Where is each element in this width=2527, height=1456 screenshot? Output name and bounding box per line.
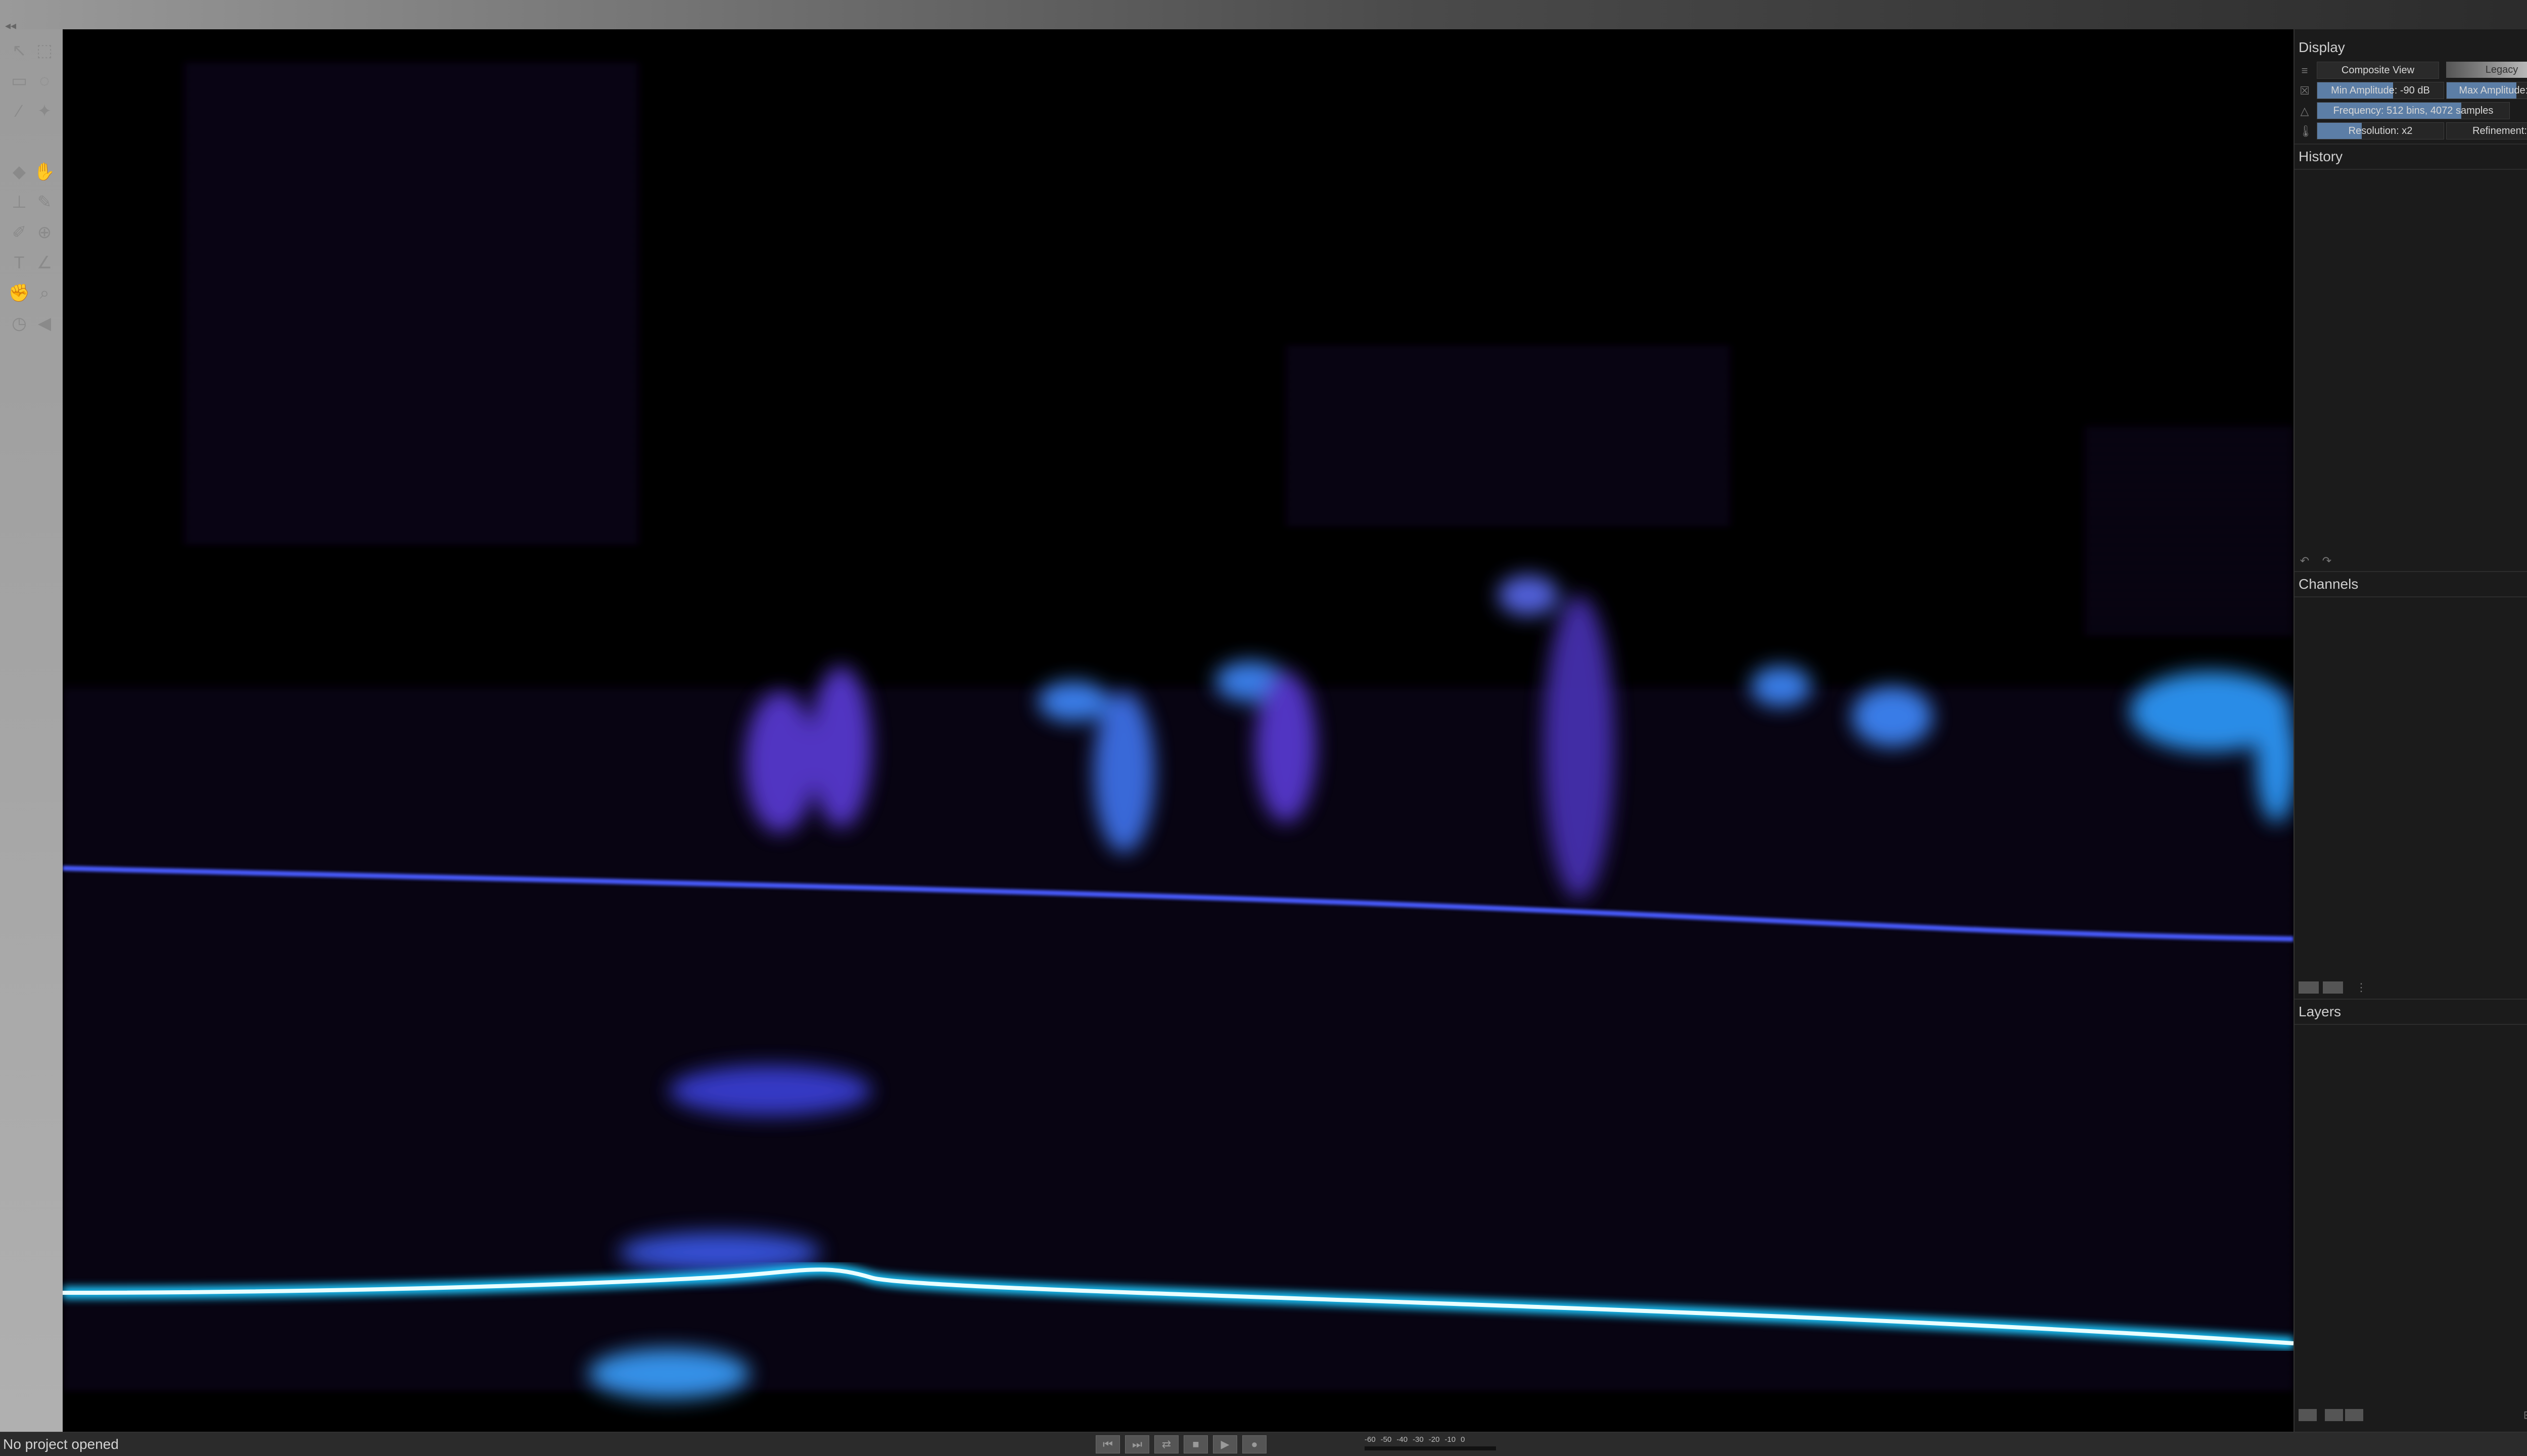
max-amplitude-slider[interactable]: Max Amplitude: -18 dB (2446, 82, 2527, 99)
select-tool-icon[interactable]: ⬚ (33, 39, 56, 62)
meter-tick: 0 (1461, 1435, 1465, 1444)
refinement-slider[interactable]: Refinement: 0 % (2446, 122, 2527, 139)
clone-tool-icon[interactable]: ⊕ (33, 221, 56, 244)
meter-tick: -60 (1365, 1435, 1376, 1444)
meter-tick: -30 (1413, 1435, 1424, 1444)
checkbox-icon[interactable]: ☒ (2299, 85, 2311, 97)
title-bar: ◂◂ ▸▸ (0, 0, 2527, 32)
transport-controls: ⏮ ⏭ ⇄ ■ ▶ ● (1096, 1435, 1267, 1453)
meter-tick: -50 (1380, 1435, 1392, 1444)
box-select-tool-icon[interactable]: ▭ (8, 70, 30, 92)
status-bar: No project opened ⏮ ⏭ ⇄ ■ ▶ ● -60 -50 -4… (0, 1432, 2527, 1456)
stop-button[interactable]: ■ (1184, 1435, 1208, 1453)
skip-forward-button[interactable]: ⏭ (1125, 1435, 1149, 1453)
skip-back-button[interactable]: ⏮ (1096, 1435, 1120, 1453)
display-panel-title: Display (2299, 39, 2345, 55)
thermometer-icon: 🌡 (2299, 125, 2313, 137)
resolution-slider[interactable]: Resolution: x2 (2317, 122, 2444, 139)
fft-size-label: Frequency: 512 bins, 4072 samples (2333, 105, 2494, 116)
composite-view-button[interactable]: Composite View (2317, 62, 2439, 79)
meter-bar (1365, 1446, 1496, 1450)
layer-button-icon[interactable] (2299, 1409, 2317, 1421)
loop-button[interactable]: ⇄ (1154, 1435, 1179, 1453)
right-panel: Display ≡ Composite View Legacy ⌄ ☒ Min … (2294, 29, 2527, 1432)
undo-icon[interactable]: ↶ (2299, 555, 2311, 567)
colormap-select[interactable]: Legacy (2446, 62, 2527, 78)
stamp-tool-icon[interactable]: ⊥ (8, 191, 30, 213)
layer-button-icon[interactable] (2325, 1409, 2343, 1421)
tool-palette: ↖ ⬚ ▭ ◌ ∕ ✦ ◆ ✋ ⊥ ✎ ✐ ⊕ T ∠ ✊ ⌕ ◷ ◀ (0, 29, 63, 1432)
max-amplitude-label: Max Amplitude: -18 dB (2459, 85, 2527, 96)
link-icon[interactable]: ⋮ (2355, 981, 2367, 994)
refinement-label: Refinement: 0 % (2472, 125, 2527, 136)
history-panel-title: History (2299, 149, 2343, 164)
speaker-tool-icon[interactable]: ◀ (33, 312, 56, 335)
layer-button-icon[interactable] (2345, 1409, 2363, 1421)
dropper-tool-icon[interactable]: ∠ (33, 252, 56, 274)
resolution-label: Resolution: x2 (2348, 125, 2413, 136)
channel-toggle-icon[interactable] (2299, 981, 2319, 994)
text-tool-icon[interactable]: T (8, 252, 30, 274)
composite-icon: ≡ (2301, 64, 2308, 77)
warning-icon: △ (2300, 105, 2309, 117)
spectrogram-canvas[interactable] (63, 29, 2294, 1432)
fft-size-slider[interactable]: Frequency: 512 bins, 4072 samples (2317, 102, 2510, 119)
play-button[interactable]: ▶ (1213, 1435, 1237, 1453)
eraser-tool-icon[interactable]: ◆ (8, 161, 30, 183)
redo-icon[interactable]: ↷ (2321, 555, 2333, 567)
pointer-tool-icon[interactable]: ↖ (8, 39, 30, 62)
zoom-tool-icon[interactable]: ⌕ (33, 282, 56, 304)
time-tool-icon[interactable]: ◷ (8, 312, 30, 335)
meter-tick: -40 (1396, 1435, 1408, 1444)
wand-tool-icon[interactable]: ✦ (33, 100, 56, 122)
min-amplitude-slider[interactable]: Min Amplitude: -90 dB (2317, 82, 2444, 99)
brush-tool-icon[interactable]: ∕ (8, 100, 30, 122)
lasso-tool-icon[interactable]: ◌ (33, 70, 56, 92)
meter-tick: -10 (1444, 1435, 1456, 1444)
pencil-tool-icon[interactable]: ✐ (8, 221, 30, 244)
record-button[interactable]: ● (1242, 1435, 1267, 1453)
channel-toggle-icon[interactable] (2323, 981, 2343, 994)
layers-panel-title: Layers (2299, 1004, 2342, 1019)
status-text: No project opened (3, 1436, 119, 1452)
grab-tool-icon[interactable]: ✊ (8, 282, 30, 304)
channels-panel-title: Channels (2299, 576, 2359, 592)
min-amplitude-label: Min Amplitude: -90 dB (2331, 85, 2430, 96)
hand-tool-icon[interactable]: ✋ (33, 161, 56, 183)
pen-tool-icon[interactable]: ✎ (33, 191, 56, 213)
spectrogram-image (63, 29, 2294, 1432)
level-meter: -60 -50 -40 -30 -20 -10 0 (1365, 1434, 1496, 1452)
add-layer-icon[interactable]: ⊞ (2522, 1409, 2527, 1421)
meter-tick: -20 (1428, 1435, 1440, 1444)
